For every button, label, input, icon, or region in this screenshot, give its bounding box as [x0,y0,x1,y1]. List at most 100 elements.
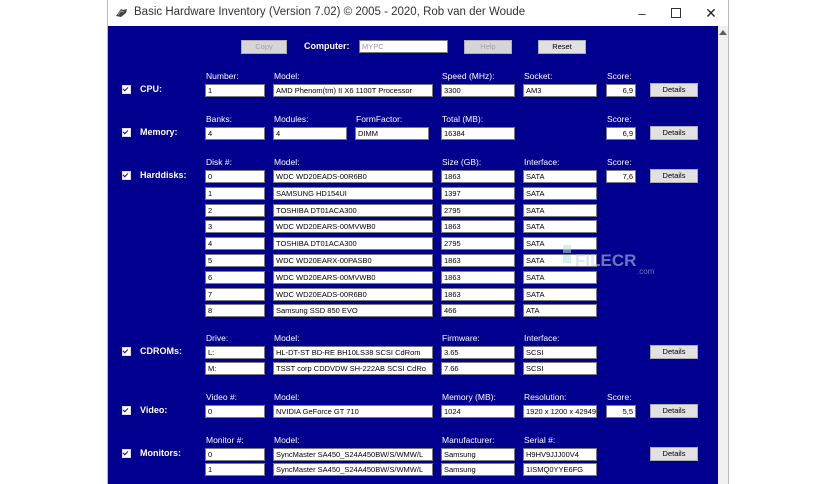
cdrom-drive-field[interactable]: L: [205,346,265,359]
minimize-button[interactable]: – [625,0,659,26]
disk-interface-field[interactable]: SATA [523,170,597,183]
cdrom-firmware-field[interactable]: 3.65 [441,346,515,359]
disk-size-field[interactable]: 1863 [441,170,515,183]
disk-interface-field[interactable]: SATA [523,287,597,301]
harddisks-checkbox[interactable] [122,171,131,180]
video-resolution-field[interactable]: 1920 x 1200 x 4294967 [523,405,597,418]
disk-model-field[interactable]: WDC WD20EARS-00MVWB0 [273,220,433,234]
monitor-manufacturer-field[interactable]: Samsung [441,463,515,476]
disk-model-field[interactable]: TOSHIBA DT01ACA300 [273,237,433,251]
cpu-details-button[interactable]: Details [650,83,698,97]
disk-size-field[interactable]: 1863 [441,270,515,284]
disk-size-field[interactable]: 466 [441,304,515,318]
memory-formfactor-field[interactable]: DIMM [355,127,429,140]
close-icon: ✕ [705,4,717,21]
monitor-number-header: Monitor #: [206,435,244,445]
cdrom-interface-field[interactable]: SCSI [523,362,597,375]
memory-checkbox[interactable] [122,128,131,137]
cpu-speed-field[interactable]: 3300 [441,84,515,97]
harddisks-details-button[interactable]: Details [650,169,698,183]
monitor-number-field[interactable]: 0 [205,448,265,461]
disk-number-field[interactable]: 1 [205,186,265,200]
disk-interface-field[interactable]: SATA [523,270,597,284]
monitor-number-field[interactable]: 1 [205,463,265,476]
disk-number-field[interactable]: 5 [205,254,265,267]
cdrom-model-field[interactable]: TSST corp CDDVDW SH-222AB SCSI CdRo [273,362,433,375]
minimize-icon: – [638,5,646,21]
disk-number-field[interactable]: 0 [205,170,265,183]
disk-interface-field[interactable]: SATA [523,186,597,200]
disk-number-field[interactable]: 4 [205,237,265,251]
disk-number-field[interactable]: 3 [205,220,265,234]
video-checkbox[interactable] [122,406,131,415]
cpu-checkbox[interactable] [122,85,131,94]
memory-banks-field[interactable]: 4 [205,127,265,140]
monitor-model-field[interactable]: SyncMaster SA450_S24A450BW/S/WMW/L [273,448,433,461]
disk-interface-field[interactable]: SATA [523,220,597,234]
disk-size-field[interactable]: 2795 [441,203,515,217]
disk-number-field[interactable]: 8 [205,304,265,318]
video-memory-header: Memory (MB): [442,392,496,402]
memory-modules-field[interactable]: 4 [273,127,347,140]
disk-model-field[interactable]: TOSHIBA DT01ACA300 [273,203,433,217]
disk-model-field[interactable]: WDC WD20EADS-00R6B0 [273,287,433,301]
video-score-field[interactable]: 5,5 [606,405,636,418]
cdrom-firmware-field[interactable]: 7.66 [441,362,515,375]
disk-number-field[interactable]: 6 [205,270,265,284]
memory-formfactor-header: FormFactor: [356,114,403,124]
memory-modules-header: Modules: [274,114,309,124]
disk-size-field[interactable]: 1863 [441,287,515,301]
vertical-scrollbar[interactable] [718,26,728,484]
memory-details-button[interactable]: Details [650,126,698,140]
memory-total-field[interactable]: 16384 [441,127,515,140]
memory-score-field[interactable]: 6,9 [606,127,636,140]
monitors-details-button[interactable]: Details [650,447,698,461]
disk-size-field[interactable]: 1863 [441,220,515,234]
cpu-number-header: Number: [206,71,239,81]
disk-number-field[interactable]: 7 [205,287,265,301]
disk-size-field[interactable]: 1397 [441,186,515,200]
cdroms-checkbox[interactable] [122,347,131,356]
cdroms-details-button[interactable]: Details [650,345,698,359]
cdrom-model-field[interactable]: HL-DT-ST BD-RE BH10LS38 SCSI CdRom [273,346,433,359]
video-memory-field[interactable]: 1024 [441,405,515,418]
disk-model-field[interactable]: Samsung SSD 850 EVO [273,304,433,318]
cdrom-drive-header: Drive: [206,333,229,343]
cdrom-drive-field[interactable]: M: [205,362,265,375]
monitor-manufacturer-field[interactable]: Samsung [441,448,515,461]
maximize-button[interactable] [659,0,693,26]
close-button[interactable]: ✕ [694,0,728,26]
cpu-model-field[interactable]: AMD Phenom(tm) II X6 1100T Processor [273,84,433,97]
cpu-speed-header: Speed (MHz): [442,71,495,81]
disk-interface-field[interactable]: ATA [523,304,597,318]
disk-number-field[interactable]: 2 [205,203,265,217]
disk-model-field[interactable]: WDC WD20EARS-00MVWB0 [273,270,433,284]
copy-button[interactable]: Copy [241,40,287,54]
disk-size-field[interactable]: 2795 [441,237,515,251]
disk-model-field[interactable]: WDC WD20EADS-00R6B0 [273,170,433,183]
video-number-header: Video #: [206,392,238,402]
monitor-serial-field[interactable]: H9HV9JJJ00V4 [523,448,597,461]
disk-interface-field[interactable]: SATA [523,254,597,267]
cpu-number-field[interactable]: 1 [205,84,265,97]
disk-interface-field[interactable]: SATA [523,203,597,217]
window-title: Basic Hardware Inventory (Version 7.02) … [134,6,526,18]
cpu-score-field[interactable]: 6,9 [606,84,636,97]
cpu-socket-field[interactable]: AM3 [523,84,597,97]
video-details-button[interactable]: Details [650,404,698,418]
video-number-field[interactable]: 0 [205,405,265,418]
scroll-up-arrow-icon[interactable] [719,30,727,35]
computer-name-field[interactable]: MYPC [359,40,448,53]
cdrom-interface-field[interactable]: SCSI [523,346,597,359]
disk-model-field[interactable]: WDC WD20EARX-00PASB0 [273,254,433,267]
video-model-field[interactable]: NVIDIA GeForce GT 710 [273,405,433,418]
monitors-checkbox[interactable] [122,449,131,458]
disk-score-field[interactable]: 7,6 [606,170,636,183]
help-button[interactable]: Help [464,40,512,54]
reset-button[interactable]: Reset [538,40,586,54]
monitor-serial-field[interactable]: 1ISMQ0YYE6FG [523,463,597,476]
disk-interface-field[interactable]: SATA [523,237,597,251]
disk-size-field[interactable]: 1863 [441,254,515,267]
monitor-model-field[interactable]: SyncMaster SA450_S24A450BW/S/WMW/L [273,463,433,476]
disk-model-field[interactable]: SAMSUNG HD154UI [273,186,433,200]
